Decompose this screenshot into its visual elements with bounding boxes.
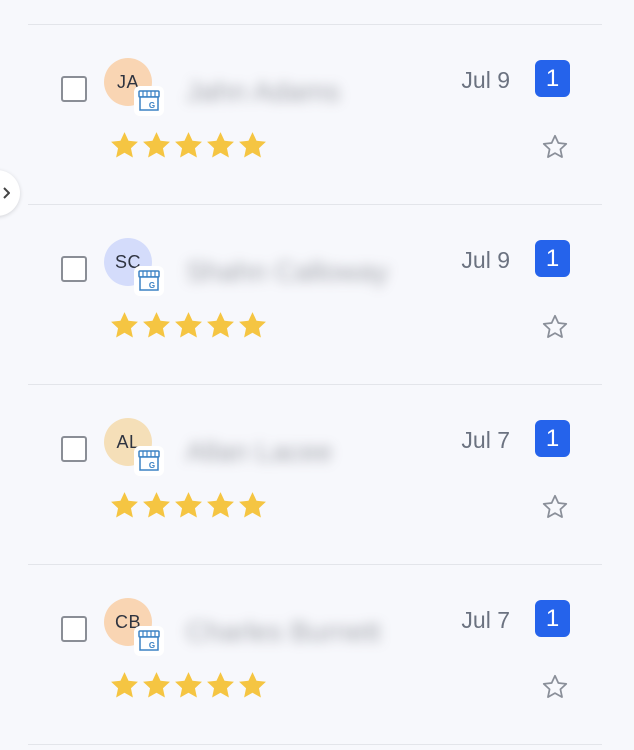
reviewer-name: Allan Lacee: [186, 436, 333, 467]
select-checkbox[interactable]: [61, 76, 87, 102]
google-business-icon: G: [134, 446, 164, 476]
review-date: Jul 9: [461, 67, 510, 93]
select-checkbox[interactable]: [61, 616, 87, 642]
review-date: Jul 7: [461, 427, 510, 453]
star-filled-icon: [111, 312, 138, 338]
star-filled-icon: [175, 672, 202, 698]
star-rating: [109, 310, 268, 341]
review-row[interactable]: SC G Shahn Calloway Jul 9 1: [28, 205, 602, 384]
star-filled-icon: [111, 672, 138, 698]
unread-count-badge: 1: [535, 240, 570, 277]
star-filled-icon: [207, 132, 234, 158]
star-filled-icon: [207, 312, 234, 338]
google-business-icon: G: [134, 86, 164, 116]
star-filled-icon: [239, 672, 266, 698]
star-rating: [109, 670, 268, 701]
star-filled-icon: [143, 492, 170, 518]
divider: [28, 744, 602, 745]
star-filled-icon: [111, 492, 138, 518]
review-date: Jul 9: [461, 247, 510, 273]
review-date: Jul 7: [461, 607, 510, 633]
star-filled-icon: [175, 492, 202, 518]
unread-count-badge: 1: [535, 60, 570, 97]
star-filled-icon: [143, 132, 170, 158]
unread-count-badge: 1: [535, 600, 570, 637]
svg-text:G: G: [149, 101, 155, 110]
favorite-star-icon[interactable]: [542, 134, 568, 165]
star-filled-icon: [143, 312, 170, 338]
star-filled-icon: [143, 672, 170, 698]
star-filled-icon: [239, 312, 266, 338]
review-row[interactable]: AL G Allan Lacee Jul 7 1: [28, 385, 602, 564]
reviewer-name: Jahn Adams: [186, 76, 341, 107]
favorite-star-icon[interactable]: [542, 674, 568, 705]
star-filled-icon: [239, 132, 266, 158]
star-filled-icon: [111, 132, 138, 158]
select-checkbox[interactable]: [61, 436, 87, 462]
svg-text:G: G: [149, 281, 155, 290]
star-rating: [109, 130, 268, 161]
review-row[interactable]: CB G Charles Burnett Jul 7 1: [28, 565, 602, 744]
star-filled-icon: [207, 492, 234, 518]
star-filled-icon: [175, 132, 202, 158]
unread-count-badge: 1: [535, 420, 570, 457]
google-business-icon: G: [134, 266, 164, 296]
star-filled-icon: [175, 312, 202, 338]
reviewer-name: Shahn Calloway: [186, 256, 389, 287]
svg-text:G: G: [149, 461, 155, 470]
select-checkbox[interactable]: [61, 256, 87, 282]
reviewer-name: Charles Burnett: [186, 616, 381, 647]
star-filled-icon: [239, 492, 266, 518]
review-row[interactable]: JA G Jahn Adams Jul 9 1: [28, 25, 602, 204]
google-business-icon: G: [134, 626, 164, 656]
review-list: JA G Jahn Adams Jul 9 1 SC G Shahn Callo…: [28, 0, 602, 745]
star-filled-icon: [207, 672, 234, 698]
expand-panel-handle[interactable]: [0, 170, 20, 216]
svg-text:G: G: [149, 641, 155, 650]
favorite-star-icon[interactable]: [542, 494, 568, 525]
chevron-right-icon: [3, 187, 10, 199]
favorite-star-icon[interactable]: [542, 314, 568, 345]
star-rating: [109, 490, 268, 521]
